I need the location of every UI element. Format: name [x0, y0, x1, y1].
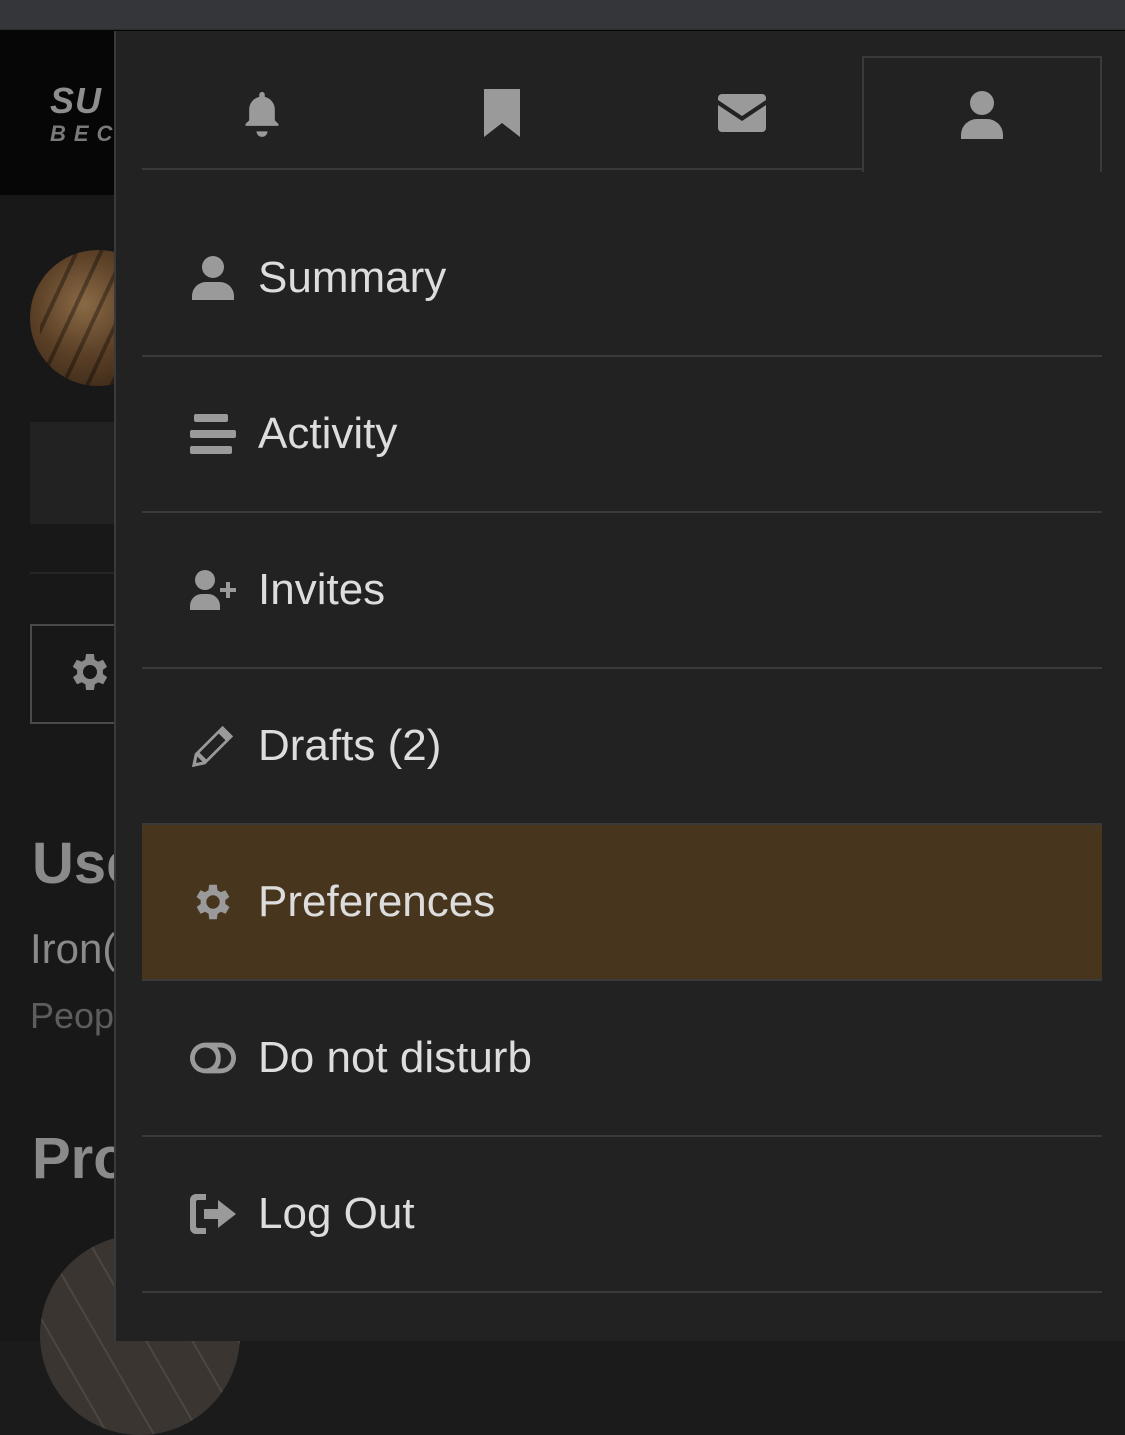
menu-item-preferences[interactable]: Preferences — [142, 825, 1102, 981]
menu-item-invites[interactable]: Invites — [142, 513, 1102, 669]
menu-item-activity[interactable]: Activity — [142, 357, 1102, 513]
menu-item-summary[interactable]: Summary — [142, 201, 1102, 357]
browser-top-bar — [0, 0, 1125, 30]
user-menu-panel: Summary Activity Invites Drafts (2) Pref… — [114, 31, 1125, 1341]
menu-item-drafts[interactable]: Drafts (2) — [142, 669, 1102, 825]
envelope-icon — [718, 94, 766, 132]
sign-out-icon — [190, 1191, 236, 1237]
menu-item-log-out[interactable]: Log Out — [142, 1137, 1102, 1293]
tab-bookmarks[interactable] — [382, 56, 622, 170]
user-icon — [961, 91, 1003, 139]
logo-text-line2: BEC — [50, 121, 121, 146]
user-icon — [190, 255, 236, 301]
bell-icon — [245, 91, 279, 137]
user-plus-icon — [190, 567, 236, 613]
logo-text-line1: SU — [50, 80, 103, 121]
toggle-off-icon — [190, 1035, 236, 1081]
bookmark-icon — [484, 89, 520, 137]
gear-icon — [72, 654, 108, 690]
menu-item-do-not-disturb[interactable]: Do not disturb — [142, 981, 1102, 1137]
people-label: Peop — [30, 995, 115, 1036]
tab-notifications[interactable] — [142, 56, 382, 170]
menu-item-label: Log Out — [258, 1189, 415, 1238]
tab-messages[interactable] — [622, 56, 862, 170]
align-left-icon — [190, 411, 236, 457]
menu-item-label: Drafts (2) — [258, 721, 442, 770]
pencil-icon — [190, 723, 236, 769]
menu-item-label: Preferences — [258, 877, 496, 926]
menu-item-label: Do not disturb — [258, 1033, 532, 1082]
menu-item-label: Invites — [258, 565, 386, 614]
gear-icon — [190, 879, 236, 925]
site-logo[interactable]: SU BEC — [50, 82, 120, 152]
user-menu-tabs — [142, 56, 1102, 172]
menu-item-label: Summary — [258, 253, 447, 302]
menu-item-label: Activity — [258, 409, 398, 458]
tab-profile[interactable] — [862, 56, 1102, 172]
username-value: Iron( — [30, 925, 117, 972]
